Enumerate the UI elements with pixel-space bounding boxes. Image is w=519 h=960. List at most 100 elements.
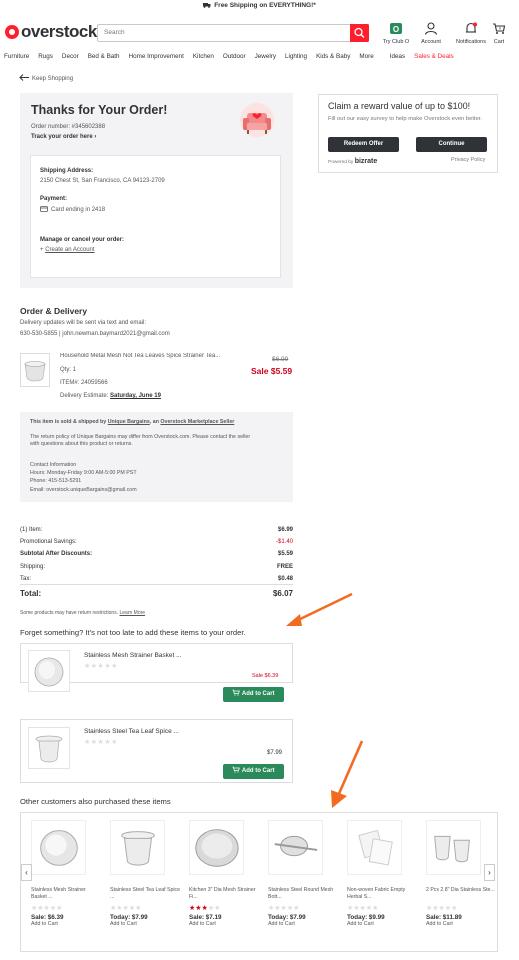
rating-stars: ★★★★★ (426, 905, 458, 912)
product-image[interactable] (20, 353, 50, 387)
nav-outdoor[interactable]: Outdoor (223, 53, 246, 63)
nav-sales-deals[interactable]: Sales & Deals (414, 53, 454, 63)
order-delivery-title: Order & Delivery (20, 306, 88, 316)
arrow-left-icon (19, 74, 29, 81)
seller-hours: Hours: Monday-Friday 9:00 AM-5:00 PM PST (30, 470, 137, 476)
marketplace-seller-link[interactable]: Overstock Marketplace Seller (160, 419, 234, 425)
nav-decor[interactable]: Decor (62, 53, 79, 63)
payment-value: Card ending in 2418 (40, 206, 105, 213)
nav-bed-bath[interactable]: Bed & Bath (88, 53, 120, 63)
learn-more-link[interactable]: Learn More (120, 610, 146, 616)
keep-shopping-link[interactable]: Keep Shopping (19, 74, 73, 82)
logo-text: overstock (21, 22, 97, 41)
delivery-estimate: Delivery Estimate: Saturday, June 19 (60, 393, 161, 399)
create-account-label: Create an Account (45, 247, 95, 253)
reward-title: Claim a reward value of up to $100! (328, 101, 471, 111)
rating-stars: ★★★★★ (84, 739, 118, 746)
carousel-add-to-cart[interactable]: Add to Cart (110, 921, 180, 927)
nav-jewelry[interactable]: Jewelry (255, 53, 276, 63)
create-account-link[interactable]: + Create an Account (40, 247, 95, 253)
shipping-address-label: Shipping Address: (40, 168, 94, 174)
product-name[interactable]: Household Metal Mesh Not Tea Leaves Spic… (60, 353, 245, 359)
carousel-item-name: Kitchen 3" Dia Mesh Strainer Fi... (189, 887, 256, 900)
totals-divider (20, 584, 293, 585)
overstock-logo[interactable]: overstock (5, 22, 97, 42)
carousel-item-name: Non-woven Fabric Empty Herbal S... (347, 887, 406, 900)
totals-row-value: $5.59 (277, 551, 293, 557)
seller-email: Email: overstock.uniqueBargains@gmail.co… (30, 487, 137, 493)
carousel-item[interactable]: Kitchen 3" Dia Mesh Strainer Fi... ★★★★★… (189, 820, 259, 927)
carousel-add-to-cart[interactable]: Add to Cart (268, 921, 338, 927)
carousel-prev-button[interactable]: ‹ (21, 864, 32, 881)
powered-by-label: Powered by (328, 160, 354, 165)
nav-ideas[interactable]: Ideas (390, 53, 405, 63)
search-button[interactable] (350, 24, 369, 42)
original-price: $6.99 (272, 356, 289, 363)
annotation-arrow-icon (286, 592, 353, 626)
carousel-next-button[interactable]: › (484, 864, 495, 881)
totals-row: Tax: $0.48 (20, 576, 293, 582)
privacy-policy-link[interactable]: Privacy Policy (451, 157, 485, 163)
carousel-item[interactable]: Stainless Mesh Strainer Basket ... ★★★★★… (31, 820, 101, 927)
nav-more[interactable]: More (359, 53, 373, 63)
add-to-cart-button[interactable]: Add to Cart (223, 764, 284, 779)
rec-name[interactable]: Stainless Mesh Strainer Basket ... (84, 652, 182, 659)
annotation-arrow-icon (331, 740, 364, 808)
rec-image[interactable] (28, 727, 70, 771)
seller-name-link[interactable]: Unique Bargains (108, 419, 150, 425)
nav-home-improvement[interactable]: Home Improvement (129, 53, 184, 63)
nav-kitchen[interactable]: Kitchen (193, 53, 214, 63)
account-link[interactable]: Account (411, 22, 451, 45)
totals-row-label: Tax: (20, 576, 32, 582)
manage-order-label: Manage or cancel your order: (40, 237, 125, 243)
rec-name[interactable]: Stainless Steel Tea Leaf Spice ... (84, 728, 179, 735)
totals-row: (1) Item: $6.99 (20, 527, 293, 533)
carousel-add-to-cart[interactable]: Add to Cart (189, 921, 259, 927)
search-icon (354, 27, 365, 38)
nav-furniture[interactable]: Furniture (4, 53, 29, 63)
thanks-title: Thanks for Your Order! (31, 103, 168, 117)
totals-row: Promotional Savings: -$1.40 (20, 539, 293, 545)
carousel-item[interactable]: Non-woven Fabric Empty Herbal S... ★★★★★… (347, 820, 417, 927)
strainer-icon (24, 361, 46, 382)
search-input[interactable]: Search (97, 24, 369, 42)
add-to-cart-label: Add to Cart (241, 691, 275, 697)
track-order-label: Track your order here (31, 134, 93, 140)
totals-row-label: Subtotal After Discounts: (20, 551, 93, 557)
carousel-add-to-cart[interactable]: Add to Cart (426, 921, 496, 927)
redeem-offer-button[interactable]: Redeem Offer (328, 137, 399, 152)
grand-total-row: Total: $6.07 (20, 589, 293, 598)
club-o-link[interactable]: O Try Club O (376, 22, 416, 45)
plus-icon: + (40, 247, 44, 253)
rating-stars: ★★★★★ (110, 905, 142, 912)
carousel-item[interactable]: Stainless Steel Tea Leaf Spice ... ★★★★★… (110, 820, 180, 927)
return-note: Some products may have return restrictio… (20, 610, 145, 616)
add-to-cart-button[interactable]: Add to Cart (223, 687, 284, 702)
mesh-basket-icon (31, 820, 86, 875)
carousel-add-to-cart[interactable]: Add to Cart (347, 921, 417, 927)
carousel-add-to-cart[interactable]: Add to Cart (31, 921, 101, 927)
totals-row: Subtotal After Discounts: $5.59 (20, 551, 293, 557)
add-to-cart-label: Add to Cart (241, 768, 275, 774)
seller-policy-2: with questions about this product or ret… (30, 441, 133, 447)
sold-by-text: This item is sold & shipped by (30, 419, 107, 425)
shipping-address-value: 2150 Chest St, San Francisco, CA 94123-2… (40, 178, 165, 184)
sale-price: Sale $5.59 (251, 366, 293, 376)
others-purchased-title: Other customers also purchased these ite… (20, 797, 171, 806)
carousel-item-name: Stainless Mesh Strainer Basket ... (31, 887, 86, 900)
sold-by-connector: , an (149, 419, 159, 425)
totals-row-label: Promotional Savings: (20, 539, 77, 545)
powered-by-bizrate: Powered by bizrate (328, 158, 377, 165)
rating-stars: ★★★★★ (347, 905, 379, 912)
nav-rugs[interactable]: Rugs (38, 53, 53, 63)
nav-lighting[interactable]: Lighting (285, 53, 307, 63)
cart-link[interactable]: 0 Cart (484, 22, 514, 45)
order-number: Order number: #345602388 (31, 124, 106, 130)
carousel-item-price: Sale: $7.19 (189, 914, 222, 921)
carousel-item[interactable]: Stainless Steel Round Mesh Bott... ★★★★★… (268, 820, 338, 927)
track-order-link[interactable]: Track your order here › (31, 134, 96, 140)
delivery-estimate-label: Delivery Estimate: (60, 393, 109, 399)
rec-image[interactable] (28, 650, 70, 694)
continue-button[interactable]: Continue (416, 137, 487, 152)
nav-kids-baby[interactable]: Kids & Baby (316, 53, 350, 63)
